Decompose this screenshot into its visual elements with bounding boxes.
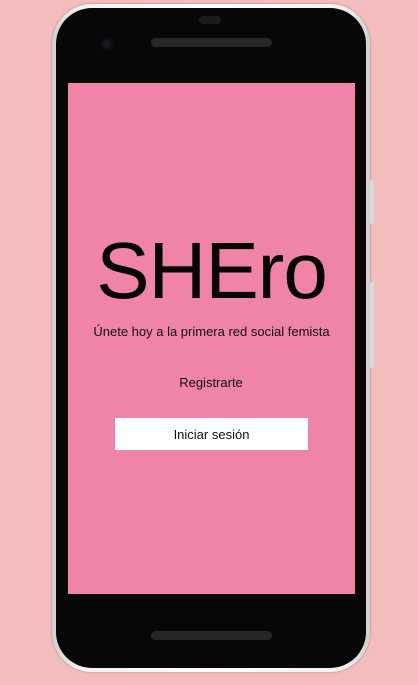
power-button <box>370 180 374 224</box>
page-background: SHEro Únete hoy a la primera red social … <box>0 0 418 685</box>
app-title: SHEro <box>96 226 328 315</box>
earpiece-notch <box>199 16 221 24</box>
front-camera-icon <box>101 38 113 50</box>
login-button[interactable]: Iniciar sesión <box>115 418 308 450</box>
register-button[interactable]: Registrarte <box>161 372 261 394</box>
bottom-speaker-grille <box>151 631 272 640</box>
app-screen: SHEro Únete hoy a la primera red social … <box>68 83 355 594</box>
tagline: Únete hoy a la primera red social femist… <box>93 324 330 339</box>
volume-button <box>370 282 374 368</box>
top-speaker-grille <box>151 38 272 47</box>
